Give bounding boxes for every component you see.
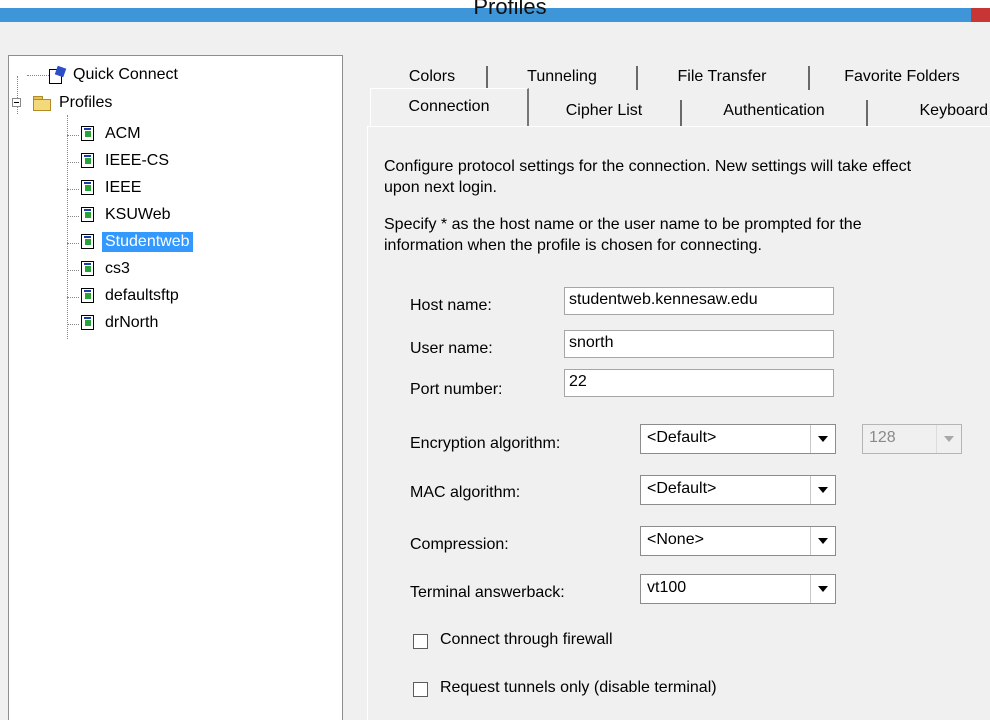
tunnels-only-label: Request tunnels only (disable terminal) xyxy=(440,679,717,696)
profile-icon xyxy=(81,180,97,196)
tab-separator xyxy=(808,66,810,90)
tree-item-label: drNorth xyxy=(105,314,159,331)
tree-item-profile-selected[interactable]: Studentweb xyxy=(81,231,193,253)
tab-separator xyxy=(680,100,682,126)
tree-item-label: cs3 xyxy=(105,260,130,277)
profile-icon xyxy=(81,153,97,169)
encryption-value: <Default> xyxy=(647,429,717,446)
intro-line: Configure protocol settings for the conn… xyxy=(384,158,912,175)
dropdown-arrow-icon[interactable] xyxy=(810,476,835,504)
profile-icon xyxy=(81,126,97,142)
tree-item-label: defaultsftp xyxy=(105,287,179,304)
dropdown-arrow-icon xyxy=(936,425,961,453)
tree-line xyxy=(67,324,79,325)
profile-icon xyxy=(81,288,97,304)
tab-separator xyxy=(486,66,488,90)
tree-line xyxy=(67,115,68,339)
profile-tree: Quick Connect Profiles ACM IEEE-CS IEEE … xyxy=(8,55,343,720)
hint-text: Specify * as the host name or the user n… xyxy=(384,214,990,256)
collapse-toggle-icon[interactable] xyxy=(12,98,21,107)
encryption-select[interactable]: <Default> xyxy=(640,424,836,454)
key-size-value: 128 xyxy=(869,429,896,446)
port-number-label: Port number: xyxy=(410,381,503,398)
profile-icon xyxy=(81,315,97,331)
quick-connect-icon xyxy=(49,65,67,84)
tree-item-label: Studentweb xyxy=(102,232,193,252)
tab-keyboard[interactable]: Keyboard xyxy=(870,100,989,124)
tab-connection[interactable]: Connection xyxy=(370,88,529,127)
host-name-input[interactable]: studentweb.kennesaw.edu xyxy=(564,287,834,315)
tree-item-profile[interactable]: cs3 xyxy=(81,258,133,280)
hint-line: Specify * as the host name or the user n… xyxy=(384,216,862,233)
firewall-label: Connect through firewall xyxy=(440,631,613,648)
tree-item-label: IEEE xyxy=(105,179,142,196)
tree-item-label: IEEE-CS xyxy=(105,152,170,169)
tab-cipher-list[interactable]: Cipher List xyxy=(530,100,678,124)
profile-icon xyxy=(81,261,97,277)
mac-label: MAC algorithm: xyxy=(410,484,521,501)
tree-line xyxy=(67,297,79,298)
tree-line xyxy=(67,243,79,244)
tree-line xyxy=(67,135,79,136)
user-name-label: User name: xyxy=(410,340,493,357)
tree-line xyxy=(67,216,79,217)
tree-line xyxy=(67,162,79,163)
intro-line: upon next login. xyxy=(384,179,497,196)
hint-line: information when the profile is chosen f… xyxy=(384,237,762,254)
tab-separator xyxy=(866,100,868,126)
tab-file-transfer[interactable]: File Transfer xyxy=(642,66,802,90)
tab-connection-label: Connection xyxy=(408,98,490,115)
mac-select[interactable]: <Default> xyxy=(640,475,836,505)
tree-item-label: Quick Connect xyxy=(73,66,178,83)
compression-select[interactable]: <None> xyxy=(640,526,836,556)
dropdown-arrow-icon[interactable] xyxy=(810,425,835,453)
compression-label: Compression: xyxy=(410,536,509,553)
tree-item-quick-connect[interactable]: Quick Connect xyxy=(49,64,181,86)
tree-item-profile[interactable]: drNorth xyxy=(81,312,161,334)
dropdown-arrow-icon[interactable] xyxy=(810,575,835,603)
tree-item-profile[interactable]: IEEE xyxy=(81,177,144,199)
tab-separator xyxy=(636,66,638,90)
tab-tunneling[interactable]: Tunneling xyxy=(492,66,632,90)
tree-item-profile[interactable]: IEEE-CS xyxy=(81,150,172,172)
tree-item-label: Profiles xyxy=(59,94,113,111)
tree-item-label: KSUWeb xyxy=(105,206,171,223)
tunnels-only-checkbox[interactable] xyxy=(413,682,428,697)
folder-icon xyxy=(33,95,51,111)
port-number-input[interactable]: 22 xyxy=(564,369,834,397)
tab-favorite-folders[interactable]: Favorite Folders xyxy=(814,66,990,90)
tab-colors[interactable]: Colors xyxy=(382,66,482,90)
tree-line xyxy=(17,76,18,114)
mac-value: <Default> xyxy=(647,480,717,497)
tree-line xyxy=(27,75,49,76)
key-size-select: 128 xyxy=(862,424,962,454)
tree-item-label: ACM xyxy=(105,125,141,142)
intro-text: Configure protocol settings for the conn… xyxy=(384,156,990,198)
tree-line xyxy=(67,189,79,190)
tree-item-profile[interactable]: defaultsftp xyxy=(81,285,182,307)
firewall-checkbox[interactable] xyxy=(413,634,428,649)
tree-item-profile[interactable]: ACM xyxy=(81,123,144,145)
title-bar: Profiles xyxy=(0,0,990,22)
tree-line xyxy=(67,270,79,271)
compression-value: <None> xyxy=(647,531,704,548)
close-button[interactable] xyxy=(971,8,990,22)
host-name-label: Host name: xyxy=(410,297,492,314)
user-name-input[interactable]: snorth xyxy=(564,330,834,358)
tree-item-profile[interactable]: KSUWeb xyxy=(81,204,174,226)
profile-icon xyxy=(81,234,97,250)
window-title: Profiles xyxy=(473,0,547,19)
terminal-answerback-label: Terminal answerback: xyxy=(410,584,565,601)
tree-item-profiles-folder[interactable]: Profiles xyxy=(33,92,115,114)
terminal-answerback-select[interactable]: vt100 xyxy=(640,574,836,604)
terminal-answerback-value: vt100 xyxy=(647,579,687,596)
tab-authentication[interactable]: Authentication xyxy=(684,100,864,124)
encryption-label: Encryption algorithm: xyxy=(410,435,561,452)
dropdown-arrow-icon[interactable] xyxy=(810,527,835,555)
profile-icon xyxy=(81,207,97,223)
